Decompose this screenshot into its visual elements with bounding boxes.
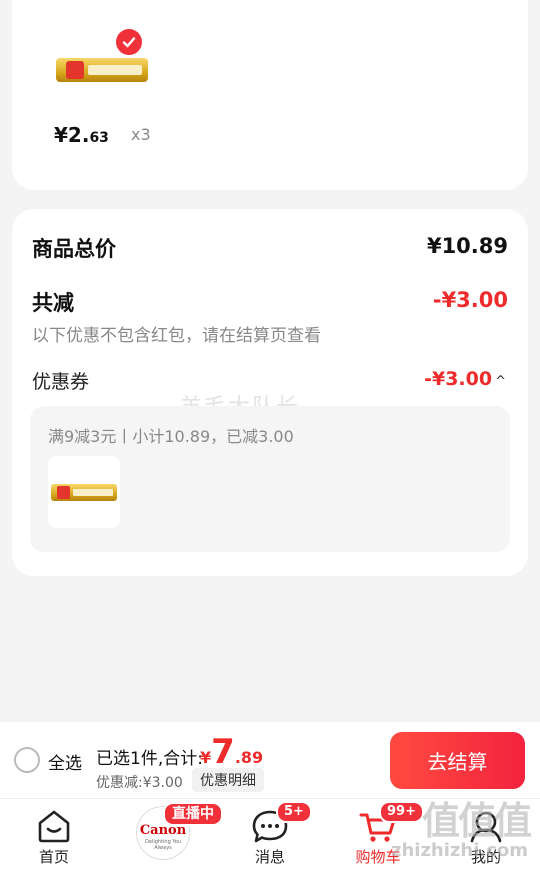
tab-messages-label: 消息 bbox=[254, 848, 285, 866]
price-main: ¥2. bbox=[54, 123, 90, 147]
coupon-description: 满9减3元丨小计10.89，已减3.00 bbox=[48, 427, 294, 446]
selected-count-text: 已选1件,合计: bbox=[96, 749, 203, 769]
total-amount: ¥7.89 bbox=[200, 732, 263, 772]
thumbnail-band-graphic bbox=[73, 489, 113, 496]
select-all-radio[interactable] bbox=[14, 747, 40, 773]
reduce-label: 共减 bbox=[32, 291, 74, 315]
cart-count-badge: 99+ bbox=[379, 801, 424, 823]
thumbnail-label-graphic bbox=[57, 486, 70, 499]
product-label-graphic bbox=[66, 61, 84, 79]
coupon-product-thumbnail[interactable] bbox=[48, 456, 120, 528]
total-label: 商品总价 bbox=[32, 237, 116, 261]
checkout-bar: 全选 已选1件,合计: ¥7.89 优惠减:¥3.00 优惠明细 去结算 bbox=[0, 722, 540, 798]
home-icon bbox=[38, 810, 70, 843]
price-cents: 63 bbox=[89, 130, 109, 146]
coupon-label[interactable]: 优惠券 bbox=[32, 367, 89, 394]
messages-count-badge: 5+ bbox=[276, 801, 312, 823]
coupon-value: -¥3.00 bbox=[424, 368, 493, 390]
product-quantity[interactable]: x3 bbox=[131, 125, 151, 144]
select-all-label[interactable]: 全选 bbox=[48, 749, 82, 774]
discount-text: 优惠减:¥3.00 bbox=[96, 775, 183, 791]
site-watermark-logo: 值值值 bbox=[421, 799, 532, 843]
product-price: ¥2.63 bbox=[54, 123, 109, 147]
chevron-up-icon: ^ bbox=[495, 374, 506, 389]
product-band-graphic bbox=[88, 65, 142, 75]
tab-home[interactable]: 首页 bbox=[0, 799, 108, 872]
coupon-detail-box: 满9减3元丨小计10.89，已减3.00 bbox=[30, 406, 510, 552]
product-image[interactable] bbox=[56, 58, 148, 82]
live-status-badge: 直播中 bbox=[163, 802, 223, 826]
reduce-value: -¥3.00 bbox=[432, 288, 508, 312]
product-card: ¥2.63 x3 bbox=[12, 0, 528, 190]
tab-home-label: 首页 bbox=[38, 848, 69, 866]
discount-detail-button[interactable]: 优惠明细 bbox=[192, 768, 264, 792]
checkout-button[interactable]: 去结算 bbox=[390, 732, 525, 789]
total-value: ¥10.89 bbox=[426, 234, 508, 258]
live-brand-tagline: Delighting You Always bbox=[145, 839, 181, 851]
coupon-toggle[interactable]: -¥3.00 ^ bbox=[424, 368, 506, 390]
thumbnail-image bbox=[51, 484, 117, 501]
total-int: 7 bbox=[211, 732, 235, 772]
total-yen: ¥ bbox=[200, 748, 212, 767]
price-summary-card: 商品总价 ¥10.89 共减 -¥3.00 以下优惠不包含红包，请在结算页查看 … bbox=[12, 209, 528, 576]
site-watermark-url: zhizhizhi.com bbox=[390, 840, 528, 861]
check-icon[interactable] bbox=[116, 29, 142, 55]
total-dec: .89 bbox=[234, 748, 264, 767]
reduce-note: 以下优惠不包含红包，请在结算页查看 bbox=[32, 326, 321, 346]
